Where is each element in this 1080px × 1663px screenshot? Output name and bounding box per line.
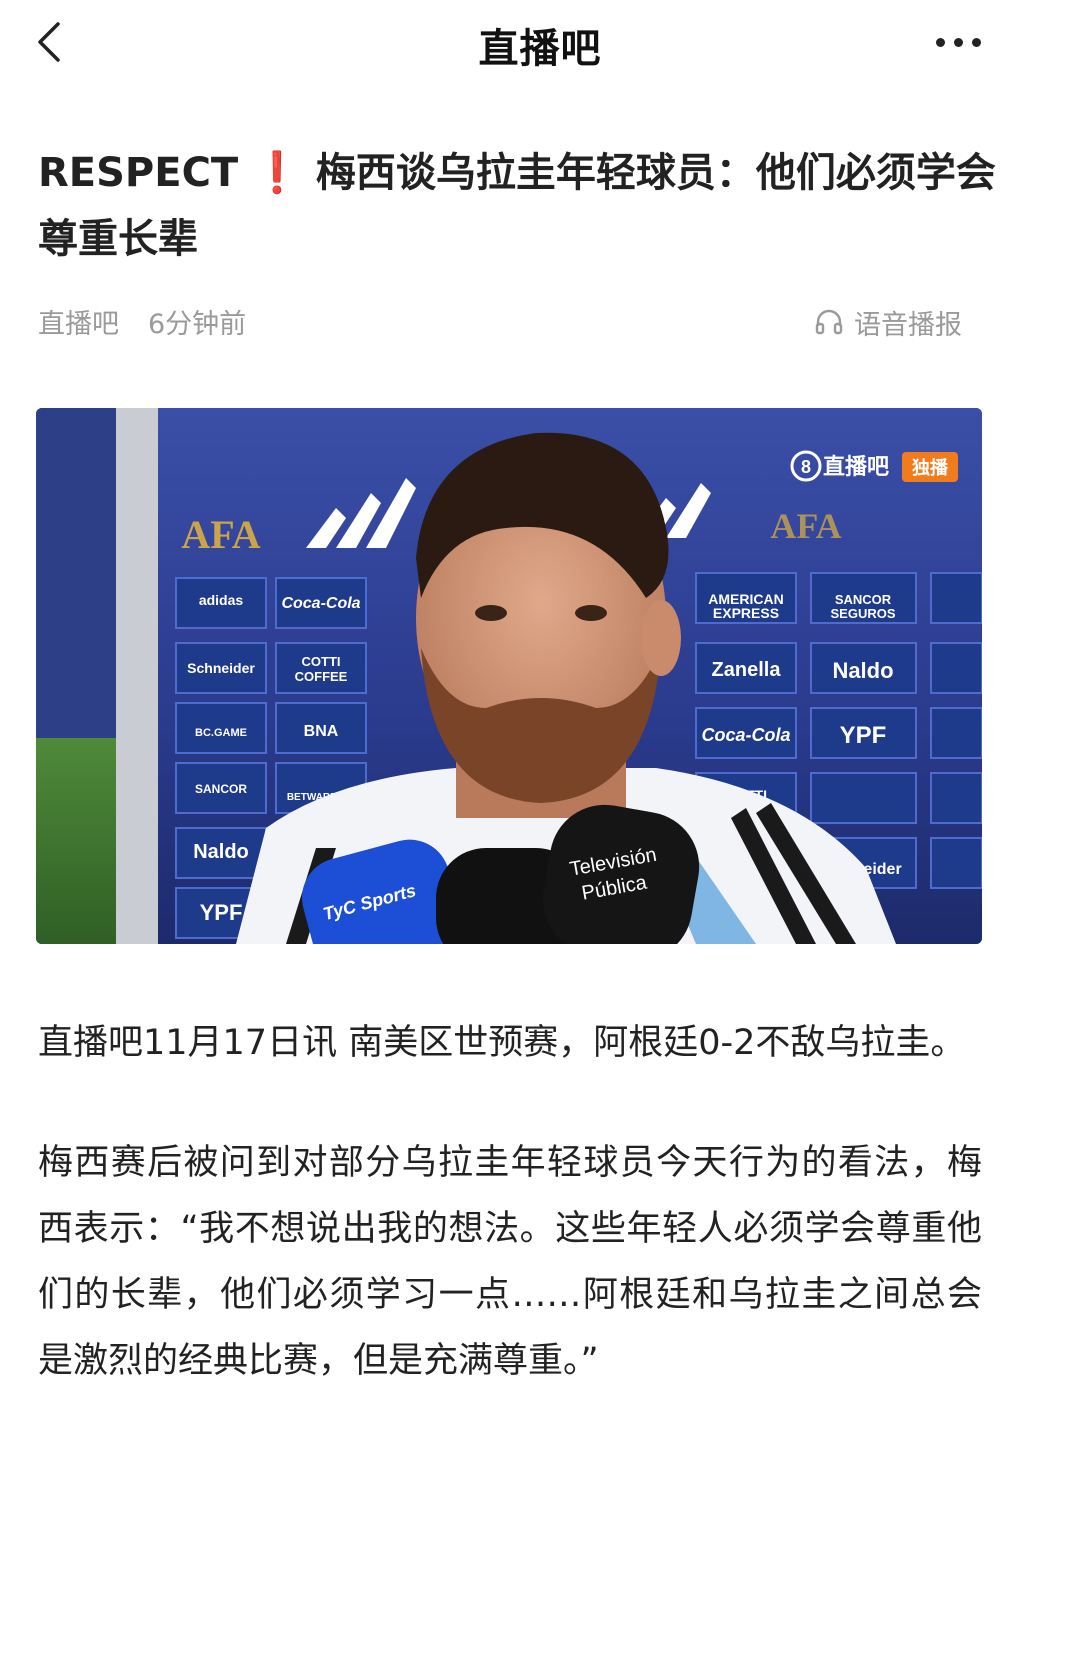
svg-text:YPF: YPF	[200, 900, 243, 925]
svg-text:EXPRESS: EXPRESS	[713, 605, 779, 621]
svg-text:Naldo: Naldo	[193, 841, 249, 863]
article-title: RESPECT ❗ 梅西谈乌拉圭年轻球员：他们必须学会尊重长辈	[38, 140, 998, 272]
svg-text:AFA: AFA	[181, 512, 260, 557]
article-body: 直播吧11月17日讯 南美区世预赛，阿根廷0-2不敌乌拉圭。 梅西赛后被问到对部…	[38, 1010, 982, 1448]
headphones-icon	[815, 309, 843, 335]
svg-text:YPF: YPF	[840, 722, 887, 749]
svg-text:Schneider: Schneider	[187, 660, 255, 676]
svg-text:COFFEE: COFFEE	[295, 669, 348, 684]
svg-text:Coca-Cola: Coca-Cola	[701, 725, 790, 745]
tts-button[interactable]: 语音播报	[814, 300, 962, 344]
tts-label: 语音播报	[854, 309, 962, 341]
watermark-brand: 直播吧	[823, 454, 889, 480]
article-meta: 直播吧 6分钟前 语音播报	[38, 300, 998, 344]
article-image[interactable]: AMERICAN EXPRESS SANCOR SEGUROS Zanella …	[36, 408, 982, 944]
paragraph: 梅西赛后被问到对部分乌拉圭年轻球员今天行为的看法，梅西表示：“我不想说出我的想法…	[38, 1143, 982, 1381]
top-nav-bar: 直播吧	[0, 0, 1080, 88]
article-source[interactable]: 直播吧	[38, 302, 119, 341]
svg-text:BNA: BNA	[304, 723, 339, 740]
svg-text:BC.GAME: BC.GAME	[195, 727, 247, 739]
exclamation-icon: ❗	[252, 150, 302, 196]
app-title: 直播吧	[478, 26, 602, 72]
article-time: 6分钟前	[148, 309, 247, 340]
svg-text:Coca-Cola: Coca-Cola	[281, 595, 360, 612]
more-button[interactable]	[928, 20, 988, 64]
svg-text:COTTI: COTTI	[302, 654, 341, 669]
svg-text:adidas: adidas	[199, 592, 244, 608]
svg-text:Naldo: Naldo	[832, 658, 893, 683]
svg-text:AFA: AFA	[770, 506, 841, 546]
more-dots-icon	[935, 37, 945, 47]
svg-text:SANCOR: SANCOR	[195, 782, 247, 796]
interview-photo: AMERICAN EXPRESS SANCOR SEGUROS Zanella …	[36, 408, 982, 944]
paragraph: 直播吧11月17日讯 南美区世预赛，阿根廷0-2不敌乌拉圭。	[38, 1023, 966, 1063]
svg-text:SANCOR: SANCOR	[835, 592, 892, 607]
watermark-tag: 独播	[912, 457, 949, 479]
svg-text:Zanella: Zanella	[712, 659, 782, 681]
svg-text:SEGUROS: SEGUROS	[830, 606, 895, 621]
svg-text:8: 8	[801, 457, 811, 477]
title-prefix: RESPECT	[38, 150, 239, 196]
